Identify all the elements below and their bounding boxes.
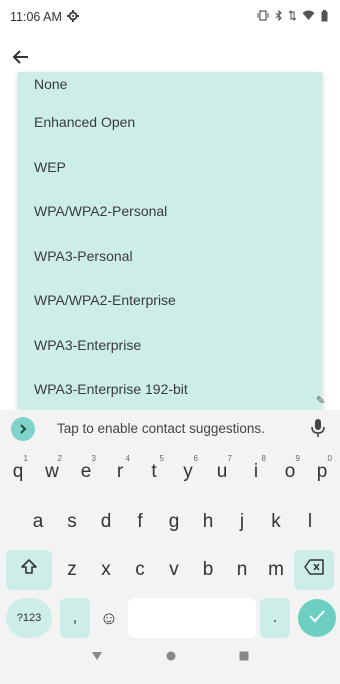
security-dropdown-menu: None Enhanced Open WEP WPA/WPA2-Personal… — [18, 72, 322, 410]
key-label: i — [253, 461, 259, 482]
key-o[interactable]: o9 — [274, 452, 306, 492]
key-label: e — [80, 461, 92, 482]
key-label: t — [151, 461, 157, 482]
key-u[interactable]: u7 — [206, 452, 238, 492]
key-hint: 8 — [261, 454, 266, 463]
key-h[interactable]: h — [192, 502, 224, 542]
dropdown-item-wpa3-enterprise-192[interactable]: WPA3-Enterprise 192-bit — [18, 367, 322, 410]
status-right — [257, 9, 328, 25]
shift-key[interactable] — [6, 550, 52, 590]
backspace-key[interactable] — [294, 550, 334, 590]
dropdown-item-label: WPA3-Enterprise — [34, 336, 142, 353]
wifi-icon — [302, 10, 315, 24]
key-hint: 1 — [23, 454, 28, 463]
dropdown-item-label: WEP — [34, 158, 66, 175]
key-i[interactable]: i8 — [240, 452, 272, 492]
key-y[interactable]: y6 — [172, 452, 204, 492]
edit-pencil-icon: ✎ — [316, 395, 326, 407]
suggestion-text[interactable]: Tap to enable contact suggestions. — [57, 421, 265, 436]
key-hint: 4 — [125, 454, 130, 463]
key-row-2: a s d f g h j k l — [0, 502, 340, 544]
key-p[interactable]: p0 — [306, 452, 338, 492]
key-label: u — [216, 461, 228, 482]
dropdown-item-label: WPA/WPA2-Personal — [34, 203, 168, 220]
battery-icon — [321, 9, 328, 25]
gear-icon — [66, 9, 79, 25]
key-t[interactable]: t5 — [138, 452, 170, 492]
microphone-icon[interactable] — [310, 418, 330, 440]
suggestion-bar: Tap to enable contact suggestions. — [0, 410, 340, 448]
dropdown-item-label: None — [34, 76, 68, 92]
key-d[interactable]: d — [90, 502, 122, 542]
back-arrow-icon[interactable] — [8, 46, 34, 72]
dropdown-item-wpa3-personal[interactable]: WPA3-Personal — [18, 234, 322, 279]
key-hint: 6 — [193, 454, 198, 463]
key-label: y — [183, 461, 193, 482]
key-m[interactable]: m — [260, 550, 292, 590]
key-b[interactable]: b — [192, 550, 224, 590]
data-icon — [288, 10, 297, 24]
key-hint: 7 — [227, 454, 232, 463]
dropdown-item-wep[interactable]: WEP — [18, 145, 322, 190]
key-g[interactable]: g — [158, 502, 190, 542]
status-left: 11:06 AM — [10, 9, 79, 25]
dropdown-item-label: WPA3-Personal — [34, 247, 133, 264]
key-label: q — [12, 461, 24, 482]
dropdown-item-label: WPA3-Enterprise 192-bit — [34, 381, 188, 398]
dropdown-item-wpa-wpa2-personal[interactable]: WPA/WPA2-Personal — [18, 189, 322, 234]
key-label: o — [284, 461, 296, 482]
dropdown-item-enhanced-open[interactable]: Enhanced Open — [18, 100, 322, 145]
key-v[interactable]: v — [158, 550, 190, 590]
backspace-icon — [304, 559, 324, 581]
navigation-bar — [0, 630, 340, 684]
key-e[interactable]: e3 — [70, 452, 102, 492]
key-z[interactable]: z — [56, 550, 88, 590]
key-n[interactable]: n — [226, 550, 258, 590]
dropdown-item-wpa-wpa2-enterprise[interactable]: WPA/WPA2-Enterprise — [18, 278, 322, 323]
key-x[interactable]: x — [90, 550, 122, 590]
key-j[interactable]: j — [226, 502, 258, 542]
key-l[interactable]: l — [294, 502, 326, 542]
key-label: p — [316, 461, 328, 482]
key-f[interactable]: f — [124, 502, 156, 542]
back-nav-icon[interactable] — [91, 650, 103, 664]
recents-nav-icon[interactable] — [239, 650, 249, 664]
key-s[interactable]: s — [56, 502, 88, 542]
key-label: r — [116, 461, 124, 482]
dropdown-item-none[interactable]: None — [18, 72, 322, 100]
status-bar: 11:06 AM — [0, 0, 340, 34]
key-r[interactable]: r4 — [104, 452, 136, 492]
home-nav-icon[interactable] — [166, 650, 176, 664]
status-time: 11:06 AM — [10, 10, 62, 24]
bluetooth-icon — [275, 9, 283, 24]
chevron-right-icon[interactable] — [11, 417, 35, 441]
key-k[interactable]: k — [260, 502, 292, 542]
key-row-3: z x c v b n m — [0, 550, 340, 592]
soft-keyboard: Tap to enable contact suggestions. q1 w2… — [0, 410, 340, 684]
key-hint: 0 — [327, 454, 332, 463]
shift-icon — [20, 558, 38, 582]
vibrate-icon — [257, 10, 269, 24]
key-w[interactable]: w2 — [36, 452, 68, 492]
checkmark-icon — [309, 607, 325, 629]
key-hint: 2 — [57, 454, 62, 463]
dropdown-item-wpa3-enterprise[interactable]: WPA3-Enterprise — [18, 323, 322, 368]
key-a[interactable]: a — [22, 502, 54, 542]
key-hint: 9 — [295, 454, 300, 463]
dropdown-item-label: Enhanced Open — [34, 114, 136, 131]
key-c[interactable]: c — [124, 550, 156, 590]
dropdown-item-label: WPA/WPA2-Enterprise — [34, 292, 176, 309]
key-label: w — [45, 461, 59, 482]
key-q[interactable]: q1 — [2, 452, 34, 492]
key-row-1: q1 w2 e3 r4 t5 y6 u7 i8 o9 p0 — [0, 452, 340, 494]
key-hint: 5 — [159, 454, 164, 463]
key-hint: 3 — [91, 454, 96, 463]
